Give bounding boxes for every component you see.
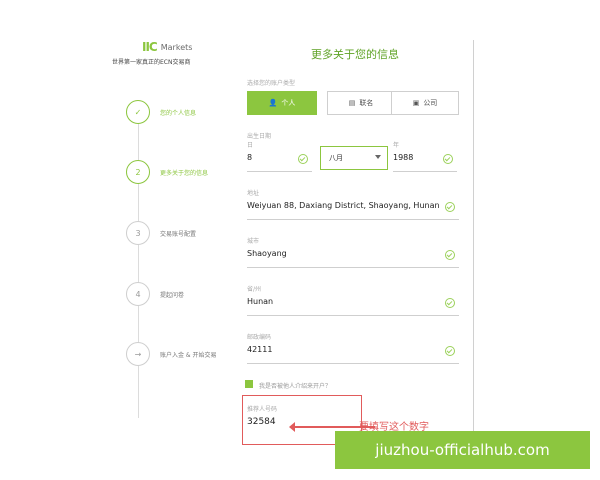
day-field[interactable]: 日 8 bbox=[247, 140, 312, 172]
logo-mark: IIC bbox=[142, 40, 158, 54]
referral-question: 我是否被他人介绍来开户？ bbox=[259, 383, 332, 390]
steps-sidebar: IIC Markets 世界第一家真正的ECN交易商 ✓ 您的个人信息 2 更多… bbox=[112, 38, 230, 458]
check-icon bbox=[445, 346, 455, 356]
referral-checkbox[interactable] bbox=[245, 380, 253, 388]
field-underline bbox=[247, 315, 459, 316]
step-label: 交易账号配置 bbox=[160, 230, 197, 238]
province-value: Hunan bbox=[247, 297, 274, 306]
step-label: 提起问卷 bbox=[160, 291, 185, 299]
steps-connector bbox=[138, 108, 139, 418]
step-4[interactable]: 4 提起问卷 bbox=[126, 282, 230, 306]
referral-id-label: 推荐人号码 bbox=[247, 406, 278, 413]
province-field[interactable]: 省/州 Hunan bbox=[247, 284, 459, 316]
province-label: 省/州 bbox=[247, 286, 262, 293]
month-value: 八月 bbox=[329, 154, 343, 162]
step-3[interactable]: 3 交易账号配置 bbox=[126, 221, 230, 245]
briefcase-icon: ▣ bbox=[412, 99, 420, 107]
account-type-label: 选择您的账户类型 bbox=[247, 80, 296, 87]
check-icon bbox=[443, 154, 453, 164]
step-5[interactable]: → 账户入金 & 开始交易 bbox=[126, 342, 230, 366]
check-icon bbox=[445, 250, 455, 260]
zip-label: 邮政编码 bbox=[247, 334, 272, 341]
field-underline bbox=[247, 363, 459, 364]
address-value: Weiyuan 88, Daxiang District, Shaoyang, … bbox=[247, 201, 440, 210]
page-title: 更多关于您的信息 bbox=[311, 48, 399, 61]
chevron-down-icon bbox=[375, 155, 381, 159]
panel-border bbox=[473, 40, 474, 440]
step-label: 账户入金 & 开始交易 bbox=[160, 351, 217, 359]
brand-tagline: 世界第一家真正的ECN交易商 bbox=[112, 59, 191, 66]
logo-text: Markets bbox=[160, 42, 193, 52]
account-type-company[interactable]: ▣ 公司 bbox=[391, 91, 459, 115]
zip-value: 42111 bbox=[247, 345, 273, 354]
month-select[interactable]: 八月 bbox=[320, 146, 388, 170]
check-icon bbox=[445, 298, 455, 308]
address-label: 地址 bbox=[247, 190, 260, 197]
step-2[interactable]: 2 更多关于您的信息 bbox=[126, 160, 230, 184]
field-underline bbox=[247, 267, 459, 268]
field-underline bbox=[393, 171, 457, 172]
city-label: 城市 bbox=[247, 238, 260, 245]
step-label: 更多关于您的信息 bbox=[160, 169, 209, 177]
account-type-individual[interactable]: 👤 个人 bbox=[247, 91, 317, 115]
field-underline bbox=[247, 219, 459, 220]
city-value: Shaoyang bbox=[247, 249, 287, 258]
details-form: 更多关于您的信息 选择您的账户类型 👤 个人 ▤ 联名 ▣ 公司 出生日期 日 … bbox=[235, 40, 475, 460]
dob-label: 出生日期 bbox=[247, 133, 272, 140]
day-label: 日 bbox=[247, 142, 254, 149]
step-number: 3 bbox=[126, 221, 150, 245]
id-card-icon: ▤ bbox=[348, 99, 356, 107]
watermark-banner: jiuzhou-officialhub.com bbox=[335, 431, 590, 469]
step-label: 您的个人信息 bbox=[160, 109, 197, 117]
referral-id-field[interactable]: 推荐人号码 32584 bbox=[247, 404, 347, 436]
step-check-icon: ✓ bbox=[126, 100, 150, 124]
zip-field[interactable]: 邮政编码 42111 bbox=[247, 332, 459, 364]
step-number: 4 bbox=[126, 282, 150, 306]
field-underline bbox=[247, 171, 312, 172]
year-label: 年 bbox=[393, 142, 400, 149]
check-icon bbox=[298, 154, 308, 164]
arrow-right-icon: → bbox=[126, 342, 150, 366]
account-type-joint[interactable]: ▤ 联名 bbox=[327, 91, 395, 115]
address-field[interactable]: 地址 Weiyuan 88, Daxiang District, Shaoyan… bbox=[247, 188, 459, 220]
step-number: 2 bbox=[126, 160, 150, 184]
step-1[interactable]: ✓ 您的个人信息 bbox=[126, 100, 230, 124]
check-icon bbox=[445, 202, 455, 212]
account-type-label-individual: 个人 bbox=[281, 99, 296, 107]
account-type-label-company: 公司 bbox=[423, 99, 438, 107]
user-icon: 👤 bbox=[268, 99, 278, 107]
city-field[interactable]: 城市 Shaoyang bbox=[247, 236, 459, 268]
year-field[interactable]: 年 1988 bbox=[393, 140, 457, 172]
account-type-label-joint: 联名 bbox=[359, 99, 374, 107]
brand-logo: IIC Markets bbox=[142, 40, 192, 54]
